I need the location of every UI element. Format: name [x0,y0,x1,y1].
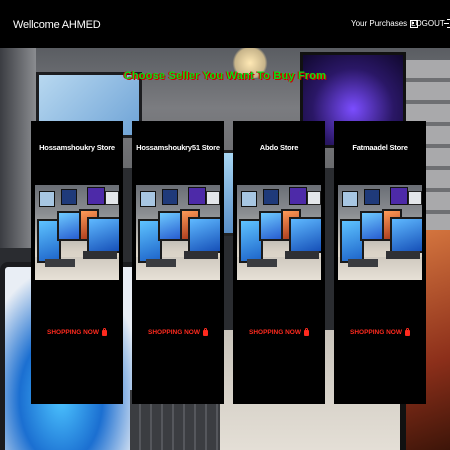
your-purchases-link[interactable]: Your Purchases [351,19,419,28]
shopping-now-label: SHOPPING NOW [248,329,301,336]
your-purchases-label: Your Purchases [351,19,408,28]
store-name: Hossamshoukry51 Store [136,143,220,152]
shopping-now-label: SHOPPING NOW [147,329,200,336]
store-image [338,185,422,280]
page-headline: Choose Seller You Want To Buy From [123,70,327,82]
cart-icon [405,327,410,336]
store-image [237,185,321,280]
shopping-now-button[interactable]: SHOPPING NOW [233,327,325,336]
cart-icon [203,327,208,336]
shopping-now-button[interactable]: SHOPPING NOW [132,327,224,336]
shopping-now-button[interactable]: SHOPPING NOW [334,327,426,336]
store-card: Hossamshoukry51 Store SHOPPING NOW [132,121,224,404]
logout-label: LOGOUT [411,19,445,28]
cart-icon [102,327,107,336]
store-image [35,185,119,280]
store-card: Abdo Store SHOPPING NOW [233,121,325,404]
store-card: Fatmaadel Store SHOPPING NOW [334,121,426,404]
welcome-text: Wellcome AHMED [13,19,101,31]
cart-icon [304,327,309,336]
store-name: Fatmaadel Store [352,143,408,152]
store-cards: Hossamshoukry Store SHOPPING NOW Hossams… [0,121,450,404]
store-image [136,185,220,280]
shopping-now-label: SHOPPING NOW [349,329,402,336]
top-nav: Wellcome AHMED Your Purchases LOGOUT [0,0,450,48]
shopping-now-label: SHOPPING NOW [46,329,99,336]
logout-link[interactable]: LOGOUT [411,19,450,28]
store-name: Abdo Store [259,143,299,152]
store-card: Hossamshoukry Store SHOPPING NOW [31,121,123,404]
shopping-now-button[interactable]: SHOPPING NOW [31,327,123,336]
store-name: Hossamshoukry Store [39,143,115,152]
